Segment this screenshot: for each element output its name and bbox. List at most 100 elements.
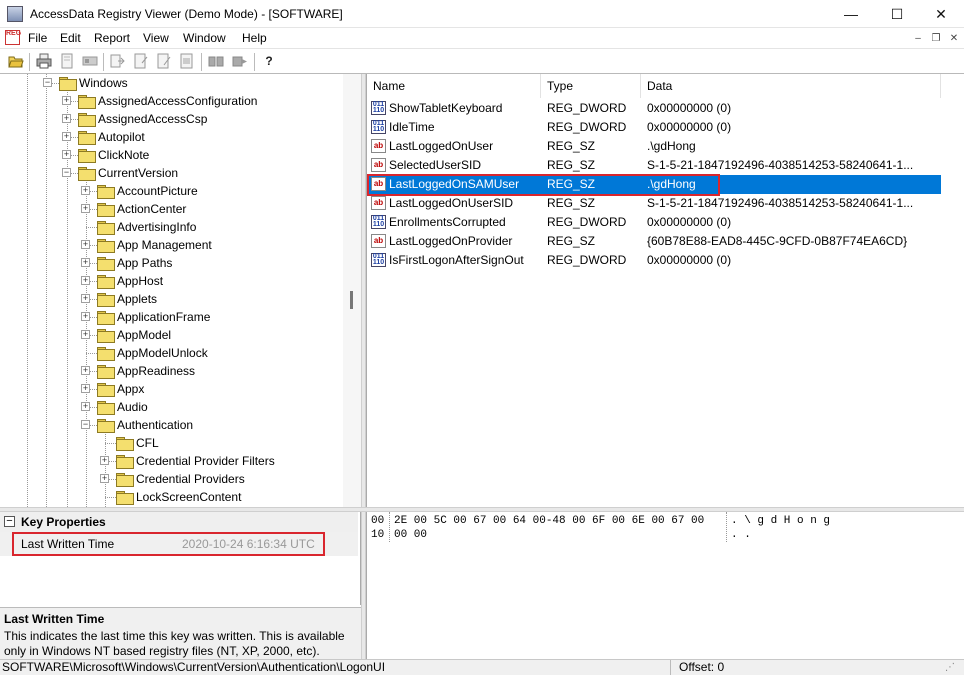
hex-view[interactable]: 00 2E 00 5C 00 67 00 64 00-48 00 6F 00 6… <box>366 512 964 659</box>
menu-edit[interactable]: Edit <box>60 31 81 45</box>
export-icon[interactable] <box>110 53 126 69</box>
minimize-button[interactable]: — <box>828 0 874 28</box>
tree-node-label: App Paths <box>117 256 173 270</box>
expand-icon[interactable]: + <box>62 150 71 159</box>
expand-icon[interactable]: + <box>62 96 71 105</box>
folder-icon <box>97 329 115 343</box>
tree-node-label: CurrentVersion <box>98 166 179 180</box>
collapse-icon[interactable]: − <box>43 78 52 87</box>
value-row[interactable]: 011 110 IsFirstLogonAfterSignOut REG_DWORD 0… <box>367 251 941 270</box>
expand-icon[interactable]: + <box>81 186 90 195</box>
folder-icon <box>78 95 96 109</box>
value-row[interactable]: ab LastLoggedOnProvider REG_SZ {60B78E88-EA… <box>367 232 941 251</box>
menu-window[interactable]: Window <box>183 31 226 45</box>
expand-icon[interactable]: + <box>81 402 90 411</box>
summary-icon[interactable] <box>179 53 195 69</box>
value-row[interactable]: ab LastLoggedOnUserSID REG_SZ S-1-5-21-1847… <box>367 194 941 213</box>
hex-ascii: . \ g d H o n g <box>731 515 831 527</box>
report-icon[interactable] <box>133 53 149 69</box>
column-header-name[interactable]: Name <box>367 74 541 98</box>
value-row[interactable]: ab LastLoggedOnUser REG_SZ .\gdHong <box>367 137 941 156</box>
value-type: REG_SZ <box>547 234 596 248</box>
collapse-icon[interactable]: − <box>62 168 71 177</box>
value-row[interactable]: 011 110 IdleTime REG_DWORD 0x00000000 (0) <box>367 118 941 137</box>
tree-node-label: ApplicationFrame <box>117 310 211 324</box>
maximize-button[interactable]: ☐ <box>874 0 920 28</box>
tree-node-label: AppModel <box>117 328 172 342</box>
string-value-icon: ab <box>371 139 386 153</box>
folder-icon <box>59 77 77 91</box>
value-data: 0x00000000 (0) <box>647 253 732 267</box>
expand-icon[interactable]: + <box>81 258 90 267</box>
close-button[interactable]: ✕ <box>918 0 964 28</box>
find-next-icon[interactable] <box>82 53 98 69</box>
expand-icon[interactable]: + <box>81 294 90 303</box>
registry-tree[interactable]: − Windows + AssignedAccessConfiguration + Ass… <box>0 74 361 507</box>
next-icon[interactable] <box>232 53 248 69</box>
tree-node[interactable] <box>0 380 343 398</box>
expand-icon[interactable]: + <box>81 240 90 249</box>
folder-icon <box>97 401 115 415</box>
child-restore-button[interactable]: ❐ <box>928 32 944 46</box>
menu-report[interactable]: Report <box>94 31 130 45</box>
value-row[interactable]: ab SelectedUserSID REG_SZ S-1-5-21-18471924… <box>367 156 941 175</box>
value-row[interactable]: 011 110 ShowTabletKeyboard REG_DWORD 0x00000… <box>367 99 941 118</box>
binary-value-icon: 011 110 <box>371 120 386 134</box>
value-row[interactable]: 011 110 EnrollmentsCorrupted REG_DWORD 0x000… <box>367 213 941 232</box>
folder-icon <box>97 185 115 199</box>
column-header-type[interactable]: Type <box>541 74 641 98</box>
folder-icon <box>78 113 96 127</box>
tree-node[interactable] <box>0 434 343 452</box>
print-icon[interactable] <box>36 53 52 69</box>
expand-icon[interactable]: + <box>100 474 109 483</box>
tree-node-label: AppModelUnlock <box>117 346 208 360</box>
menu-help[interactable]: Help <box>242 31 267 45</box>
last-written-time-row[interactable]: Last Written Time 2020-10-24 6:16:34 UTC <box>0 532 358 556</box>
hex-bytes: 00 00 <box>394 529 428 541</box>
tree-node-label: ClickNote <box>98 148 150 162</box>
expand-icon[interactable]: + <box>81 276 90 285</box>
folder-icon <box>97 293 115 307</box>
child-close-button[interactable]: ✕ <box>946 32 962 46</box>
description-panel: Last Written Time This indicates the las… <box>0 607 361 659</box>
value-name: LastLoggedOnUserSID <box>389 196 514 210</box>
document-icon[interactable]: REG <box>5 30 21 45</box>
collapse-icon[interactable]: − <box>81 420 90 429</box>
tree-node[interactable] <box>0 128 343 146</box>
tree-node[interactable] <box>0 326 343 344</box>
expand-icon[interactable]: + <box>81 312 90 321</box>
title-bar: AccessData Registry Viewer (Demo Mode) -… <box>0 0 964 28</box>
child-minimize-button[interactable]: – <box>910 32 926 46</box>
description-title: Last Written Time <box>4 612 105 626</box>
tree-node[interactable] <box>0 272 343 290</box>
expand-icon[interactable]: + <box>62 114 71 123</box>
expand-icon[interactable]: + <box>81 204 90 213</box>
tree-node[interactable] <box>0 398 343 416</box>
value-type: REG_DWORD <box>547 215 627 229</box>
toolbar: ? <box>0 50 964 74</box>
expand-icon[interactable]: + <box>62 132 71 141</box>
collapse-icon[interactable]: − <box>4 516 15 527</box>
app-icon <box>7 6 23 22</box>
help-icon[interactable]: ? <box>261 53 277 69</box>
tree-node[interactable] <box>0 146 343 164</box>
tree-scrollbar-thumb[interactable] <box>350 291 353 309</box>
expand-icon[interactable]: + <box>81 330 90 339</box>
menu-bar: REG File Edit Report View Window Help – … <box>0 28 964 49</box>
find-icon[interactable] <box>60 53 76 69</box>
column-header-data[interactable]: Data <box>641 74 941 98</box>
previous-icon[interactable] <box>208 53 224 69</box>
expand-icon[interactable]: + <box>81 366 90 375</box>
add-report-icon[interactable] <box>156 53 172 69</box>
value-row[interactable]: ab LastLoggedOnSAMUser REG_SZ .\gdHong <box>367 175 941 194</box>
key-properties-panel: − Key Properties Last Written Time 2020-… <box>0 512 361 605</box>
resize-grip-icon[interactable]: ⋰ <box>945 660 955 675</box>
menu-file[interactable]: File <box>28 31 47 45</box>
expand-icon[interactable]: + <box>100 456 109 465</box>
key-properties-header[interactable]: − Key Properties <box>0 512 358 532</box>
tree-node[interactable] <box>0 290 343 308</box>
expand-icon[interactable]: + <box>81 384 90 393</box>
value-name: LastLoggedOnUser <box>389 139 494 153</box>
open-folder-icon[interactable] <box>8 53 24 69</box>
menu-view[interactable]: View <box>143 31 169 45</box>
